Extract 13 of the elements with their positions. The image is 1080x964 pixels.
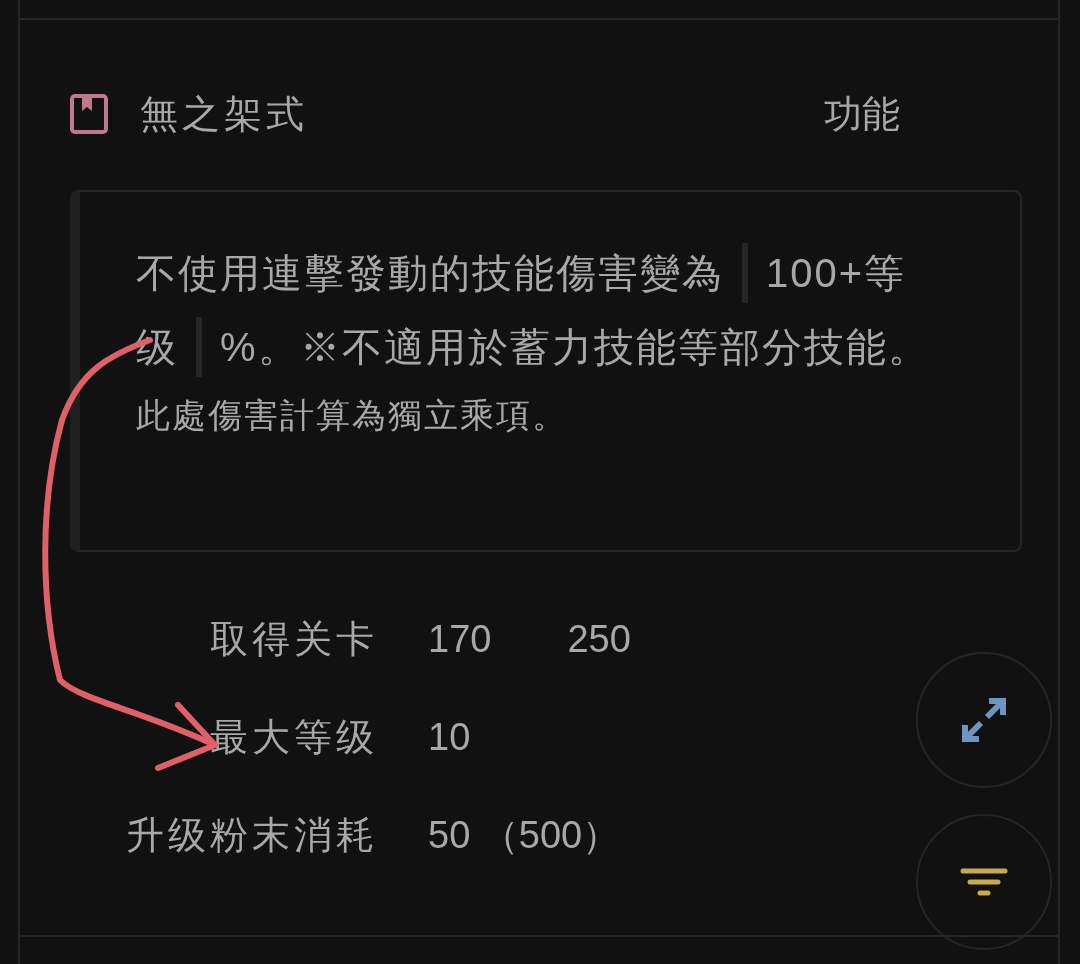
bookmark-book-icon <box>70 94 108 134</box>
expand-icon <box>959 695 1009 745</box>
stat-value: 50 （500） <box>428 812 621 858</box>
stat-value: 250 <box>567 616 631 662</box>
stat-label: 最大等级 <box>209 714 378 760</box>
stat-label: 升级粉末消耗 <box>125 812 378 858</box>
skill-title: 無之架式 <box>140 91 308 137</box>
stat-label: 取得关卡 <box>209 616 378 662</box>
stat-value: 170 <box>428 616 492 662</box>
filter-icon <box>959 867 1009 897</box>
description-note: 此處傷害計算為獨立乘項。 <box>136 395 569 436</box>
category-label: 功能 <box>824 91 900 137</box>
stat-value: 10 <box>428 714 471 760</box>
